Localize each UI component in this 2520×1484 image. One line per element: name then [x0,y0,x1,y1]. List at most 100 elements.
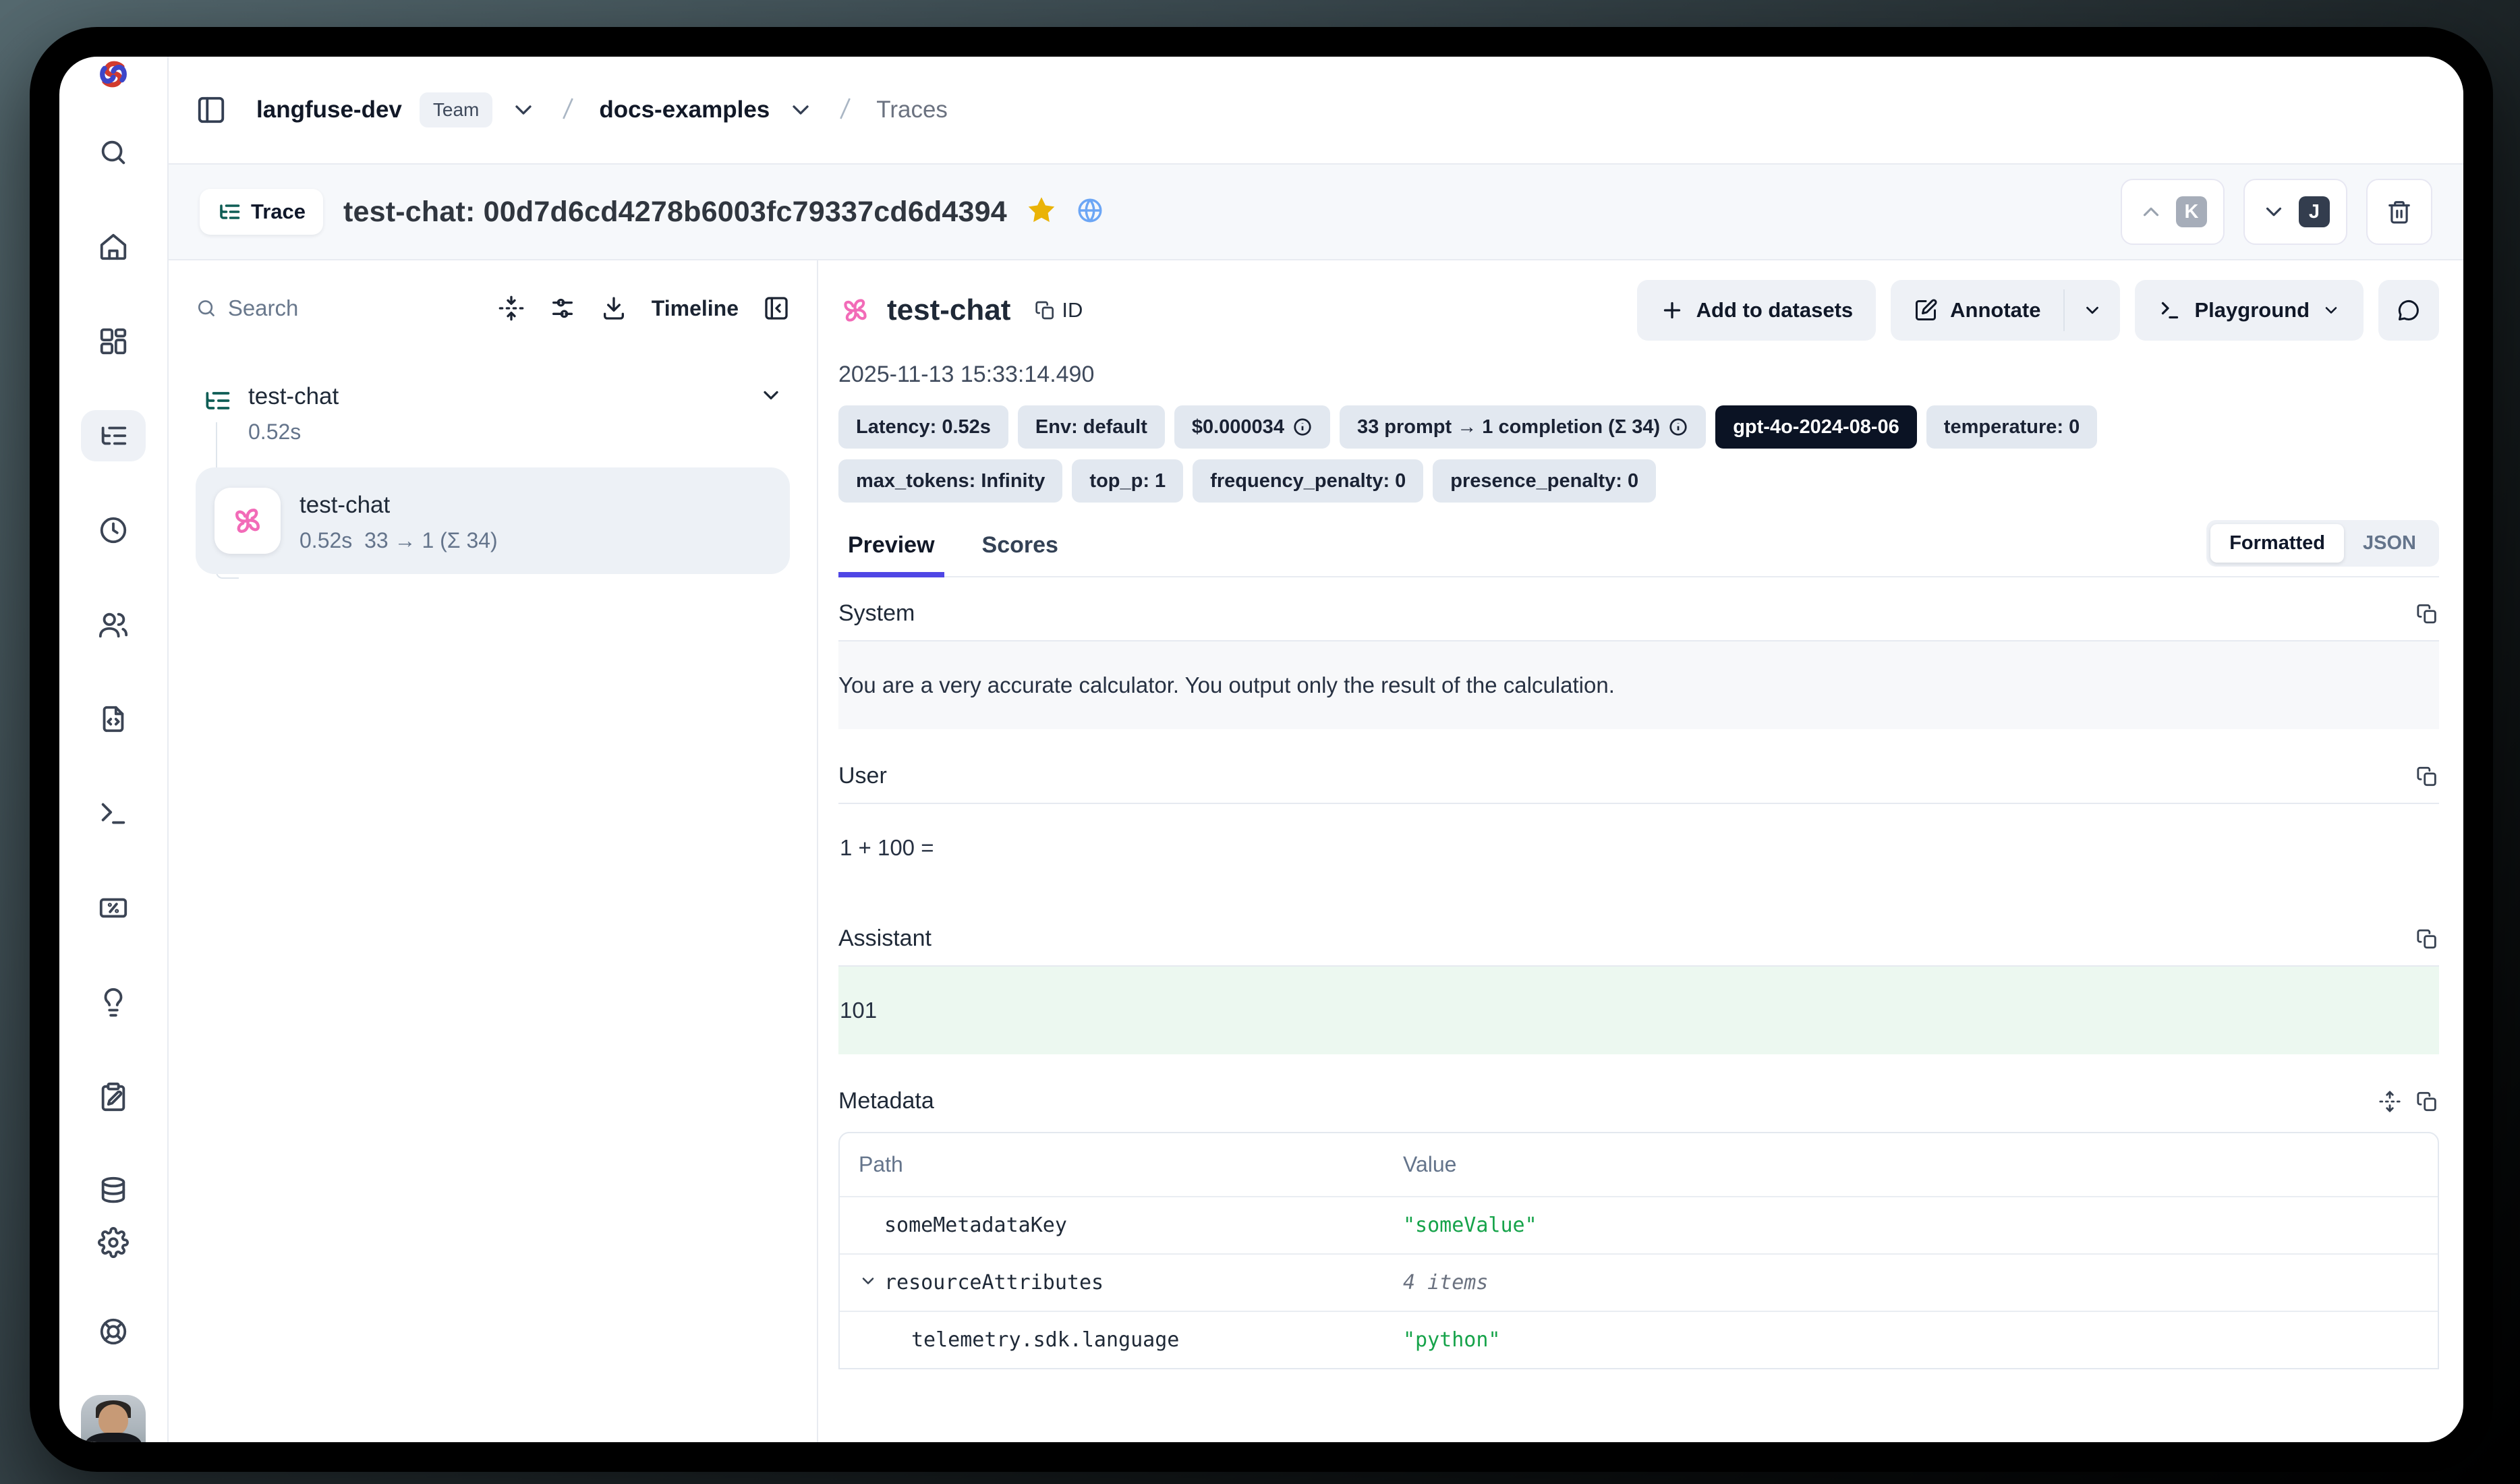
search-icon [196,296,217,320]
latency-badge: Latency: 0.52s [838,405,1008,449]
system-message-content: You are a very accurate calculator. You … [838,640,2439,729]
observation-panel: test-chat ID Add to datasets [818,260,2463,1442]
shortcut-key-k: K [2176,196,2207,227]
knot-logo-icon [96,57,131,92]
breadcrumb-project[interactable]: docs-examples [599,96,770,123]
formatted-option[interactable]: Formatted [2210,524,2344,563]
users-icon [98,609,129,640]
sidebar-item-settings[interactable] [81,1217,146,1268]
database-icon [98,1176,129,1207]
chat-bubble-icon [2397,298,2421,322]
bookmark-star-icon[interactable] [1027,196,1056,228]
comments-button[interactable] [2378,280,2439,341]
trace-title: test-chat: 00d7d6cd4278b6003fc79337cd6d4… [343,196,1007,229]
chevron-up-icon [2138,199,2164,225]
square-pen-icon [1914,298,1938,322]
sidebar-item-prompts[interactable] [81,693,146,745]
annotate-split-button: Annotate [1891,280,2120,341]
collapse-all-button[interactable] [498,295,525,322]
copy-icon[interactable] [2416,765,2439,788]
sidebar-item-search[interactable] [81,127,146,178]
copy-icon[interactable] [2416,928,2439,950]
presence-penalty-badge: presence_penalty: 0 [1433,459,1656,503]
download-button[interactable] [600,295,627,322]
value-column-header: Value [1403,1133,2438,1196]
metadata-key: someMetadataKey [884,1214,1067,1237]
sidebar-item-playground[interactable] [81,788,146,839]
metadata-key: resourceAttributes [884,1271,1104,1294]
breadcrumb-section[interactable]: Traces [876,96,948,123]
collapse-panel-button[interactable] [763,295,790,322]
sidebar-item-datasets[interactable] [81,1166,146,1217]
sidebar-item-dashboards[interactable] [81,316,146,367]
next-trace-button[interactable]: J [2243,179,2347,245]
copy-icon[interactable] [2416,1090,2439,1113]
annotate-dropdown-button[interactable] [2065,280,2120,341]
user-avatar[interactable] [81,1395,146,1460]
panel-collapse-icon [763,295,790,322]
info-icon [1292,417,1313,437]
trace-tree-panel: Timeline test-chat 0.52s [169,260,818,1442]
system-section: System You are a very accurate calculato… [838,600,2439,729]
sidebar-item-tracing[interactable] [81,410,146,461]
breadcrumb-org[interactable]: langfuse-dev [256,96,402,123]
tab-preview[interactable]: Preview [838,523,944,576]
chevron-down-icon [2082,300,2102,320]
tab-scores[interactable]: Scores [973,523,1068,576]
chevron-down-icon[interactable] [787,96,814,123]
gear-icon [98,1227,129,1258]
langfuse-logo[interactable] [96,57,131,92]
sidebar-rail [59,57,169,1442]
trace-type-pill: Trace [200,189,323,235]
trash-icon [2386,199,2412,225]
cost-badge[interactable]: $0.000034 [1174,405,1330,449]
download-icon [600,295,627,322]
tree-search[interactable] [196,295,474,321]
add-to-datasets-button[interactable]: Add to datasets [1637,280,1877,341]
metadata-table: Path Value someMetadataKey "someValue" [838,1132,2439,1369]
sidebar-item-evals[interactable] [81,977,146,1028]
sidebar-item-users[interactable] [81,599,146,650]
metadata-header-row: Path Value [840,1133,2438,1197]
chevron-down-icon [2261,199,2287,225]
token-usage-badge[interactable]: 33 prompt → 1 completion (Σ 34) [1340,405,1706,449]
annotate-button[interactable]: Annotate [1891,280,2063,341]
sidebar-item-annotation[interactable] [81,1071,146,1122]
sidebar-item-home[interactable] [81,221,146,273]
tree-child-node-selected[interactable]: test-chat 0.52s 33 → 1 (Σ 34) [196,467,790,574]
sidebar-toggle-icon[interactable] [196,94,227,125]
clipboard-pen-icon [98,1081,129,1112]
assistant-message-content: 101 [838,965,2439,1054]
id-label: ID [1062,298,1083,322]
trace-tree: test-chat 0.52s [196,383,790,574]
timeline-toggle[interactable]: Timeline [652,296,739,321]
tabs-row: Preview Scores Formatted JSON [838,520,2439,577]
user-section: User 1 + 100 = [838,763,2439,892]
delete-trace-button[interactable] [2366,179,2432,245]
copy-icon[interactable] [2416,602,2439,625]
metadata-row: someMetadataKey "someValue" [840,1197,2438,1255]
sidebar-item-scores[interactable] [81,882,146,934]
root-node-name: test-chat [248,383,339,410]
frequency-penalty-badge: frequency_penalty: 0 [1193,459,1423,503]
sidebar-item-support[interactable] [81,1306,146,1357]
copy-id-control[interactable]: ID [1035,298,1083,322]
public-globe-icon[interactable] [1076,196,1104,228]
trace-title-bar: Trace test-chat: 00d7d6cd4278b6003fc7933… [169,165,2463,260]
root-node-duration: 0.52s [248,420,339,445]
json-option[interactable]: JSON [2344,524,2435,563]
tree-root-node[interactable]: test-chat 0.52s [196,383,790,445]
terminal-icon [2158,298,2182,322]
tree-settings-button[interactable] [549,295,576,322]
fold-vertical-icon [498,295,525,322]
playground-button[interactable]: Playground [2135,280,2364,341]
chevron-down-icon[interactable] [510,96,537,123]
collapse-group-chevron[interactable] [859,1272,878,1294]
collapse-node-button[interactable] [759,383,783,411]
breadcrumb-separator [832,91,859,130]
previous-trace-button[interactable]: K [2121,179,2225,245]
sidebar-item-sessions[interactable] [81,505,146,556]
unfold-vertical-icon[interactable] [2378,1090,2401,1113]
tree-search-input[interactable] [228,295,474,321]
model-badge[interactable]: gpt-4o-2024-08-06 [1715,405,1917,449]
